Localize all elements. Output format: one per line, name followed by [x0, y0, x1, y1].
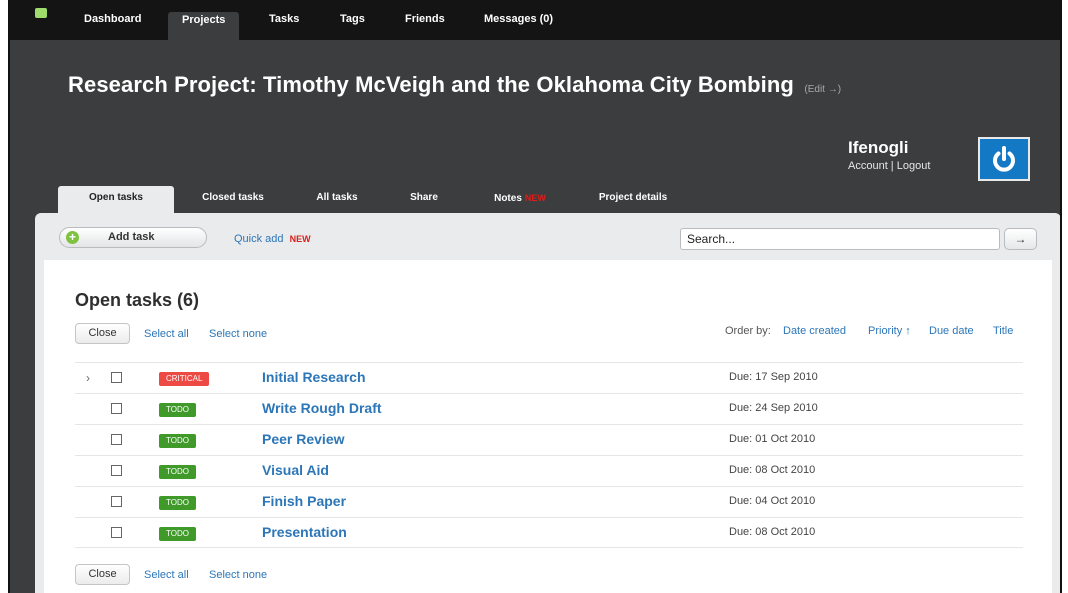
nav-item-friends[interactable]: Friends [391, 10, 459, 40]
tab-project-details[interactable]: Project details [588, 186, 678, 214]
task-list: › CRITICAL Initial Research Due: 17 Sep … [75, 362, 1023, 548]
tab-label: Open tasks [89, 192, 143, 203]
task-title-link[interactable]: Initial Research [262, 369, 366, 385]
status-badge: TODO [159, 496, 196, 510]
task-title-link[interactable]: Finish Paper [262, 493, 346, 509]
tab-label: Project details [598, 192, 668, 203]
account-link[interactable]: Account [848, 160, 888, 172]
tab-label: Share [410, 192, 438, 203]
status-badge: CRITICAL [159, 372, 210, 386]
status-badge: TODO [159, 465, 196, 479]
order-by-label: Order by: [725, 325, 771, 337]
app-window: Dashboard Projects Tasks Tags Friends Me… [8, 0, 1062, 593]
select-all-link[interactable]: Select all [144, 328, 189, 340]
nav-item-messages[interactable]: Messages (0) [470, 10, 567, 40]
task-due-date: Due: 08 Oct 2010 [729, 526, 816, 538]
tab-label: Notes [494, 193, 522, 204]
username: Ifenogli [848, 138, 909, 157]
task-list-content: Open tasks (6) Close Select all Select n… [44, 260, 1052, 593]
nav-item-projects[interactable]: Projects [168, 12, 240, 40]
task-toolbar: + Add task Quick add NEW → [35, 213, 1060, 259]
list-heading: Open tasks (6) [75, 290, 200, 310]
new-badge: NEW [289, 234, 311, 244]
task-checkbox[interactable] [111, 496, 122, 507]
close-button-bottom[interactable]: Close [75, 564, 130, 585]
tasks-panel: + Add task Quick add NEW → Open tasks (6… [35, 213, 1060, 593]
logout-link[interactable]: Logout [897, 160, 931, 172]
quick-add-label: Quick add [234, 233, 284, 245]
task-row: TODO Peer Review Due: 01 Oct 2010 [75, 424, 1023, 455]
top-nav: Dashboard Projects Tasks Tags Friends Me… [10, 0, 1060, 40]
task-checkbox[interactable] [111, 372, 122, 383]
task-row: TODO Presentation Due: 08 Oct 2010 [75, 517, 1023, 548]
task-checkbox[interactable] [111, 434, 122, 445]
nav-item-dashboard[interactable]: Dashboard [70, 10, 155, 40]
new-badge: NEW [524, 193, 546, 203]
task-checkbox[interactable] [111, 527, 122, 538]
logo-icon[interactable] [35, 8, 47, 18]
select-none-link-bottom[interactable]: Select none [209, 569, 267, 581]
tab-all-tasks[interactable]: All tasks [302, 186, 372, 214]
select-none-link[interactable]: Select none [209, 328, 267, 340]
task-row: › CRITICAL Initial Research Due: 17 Sep … [75, 362, 1023, 393]
avatar[interactable] [978, 137, 1030, 181]
status-badge: TODO [159, 403, 196, 417]
task-row: TODO Visual Aid Due: 08 Oct 2010 [75, 455, 1023, 486]
tab-closed-tasks[interactable]: Closed tasks [188, 186, 278, 214]
task-due-date: Due: 01 Oct 2010 [729, 433, 816, 445]
order-title[interactable]: Title [993, 325, 1013, 337]
tab-share[interactable]: Share [398, 186, 450, 214]
select-all-link-bottom[interactable]: Select all [144, 569, 189, 581]
task-title-link[interactable]: Presentation [262, 524, 347, 540]
tab-notes[interactable]: Notes NEW [480, 186, 560, 214]
task-due-date: Due: 17 Sep 2010 [729, 371, 818, 383]
task-due-date: Due: 04 Oct 2010 [729, 495, 816, 507]
task-row: TODO Finish Paper Due: 04 Oct 2010 [75, 486, 1023, 517]
task-title-link[interactable]: Peer Review [262, 431, 345, 447]
task-due-date: Due: 08 Oct 2010 [729, 464, 816, 476]
task-due-date: Due: 24 Sep 2010 [729, 402, 818, 414]
search-submit-button[interactable]: → [1004, 228, 1037, 250]
search-input[interactable] [680, 228, 1000, 250]
title-row: Research Project: Timothy McVeigh and th… [68, 72, 841, 98]
account-links: Account | Logout [848, 160, 930, 172]
task-row: TODO Write Rough Draft Due: 24 Sep 2010 [75, 393, 1023, 424]
status-badge: TODO [159, 527, 196, 541]
task-title-link[interactable]: Write Rough Draft [262, 400, 382, 416]
order-date-created[interactable]: Date created [783, 325, 846, 337]
add-task-label: Add task [108, 231, 155, 243]
edit-link[interactable]: (Edit →) [804, 84, 841, 95]
task-checkbox[interactable] [111, 403, 122, 414]
order-due-date[interactable]: Due date [929, 325, 974, 337]
user-block: Ifenogli Account | Logout [848, 138, 930, 172]
nav-item-tags[interactable]: Tags [326, 10, 379, 40]
account-separator: | [887, 160, 897, 172]
tab-label: All tasks [316, 192, 358, 203]
quick-add-link[interactable]: Quick add NEW [234, 233, 311, 245]
plus-icon: + [66, 231, 79, 244]
nav-item-tasks[interactable]: Tasks [255, 10, 313, 40]
task-checkbox[interactable] [111, 465, 122, 476]
page-title: Research Project: Timothy McVeigh and th… [68, 72, 794, 97]
tab-open-tasks[interactable]: Open tasks [58, 186, 174, 216]
order-priority[interactable]: Priority ↑ [868, 325, 911, 337]
add-task-button[interactable]: + Add task [59, 227, 207, 248]
close-button[interactable]: Close [75, 323, 130, 344]
task-title-link[interactable]: Visual Aid [262, 462, 329, 478]
status-badge: TODO [159, 434, 196, 448]
chevron-right-icon[interactable]: › [86, 371, 90, 385]
power-icon [993, 146, 1015, 172]
tab-label: Closed tasks [202, 192, 264, 203]
